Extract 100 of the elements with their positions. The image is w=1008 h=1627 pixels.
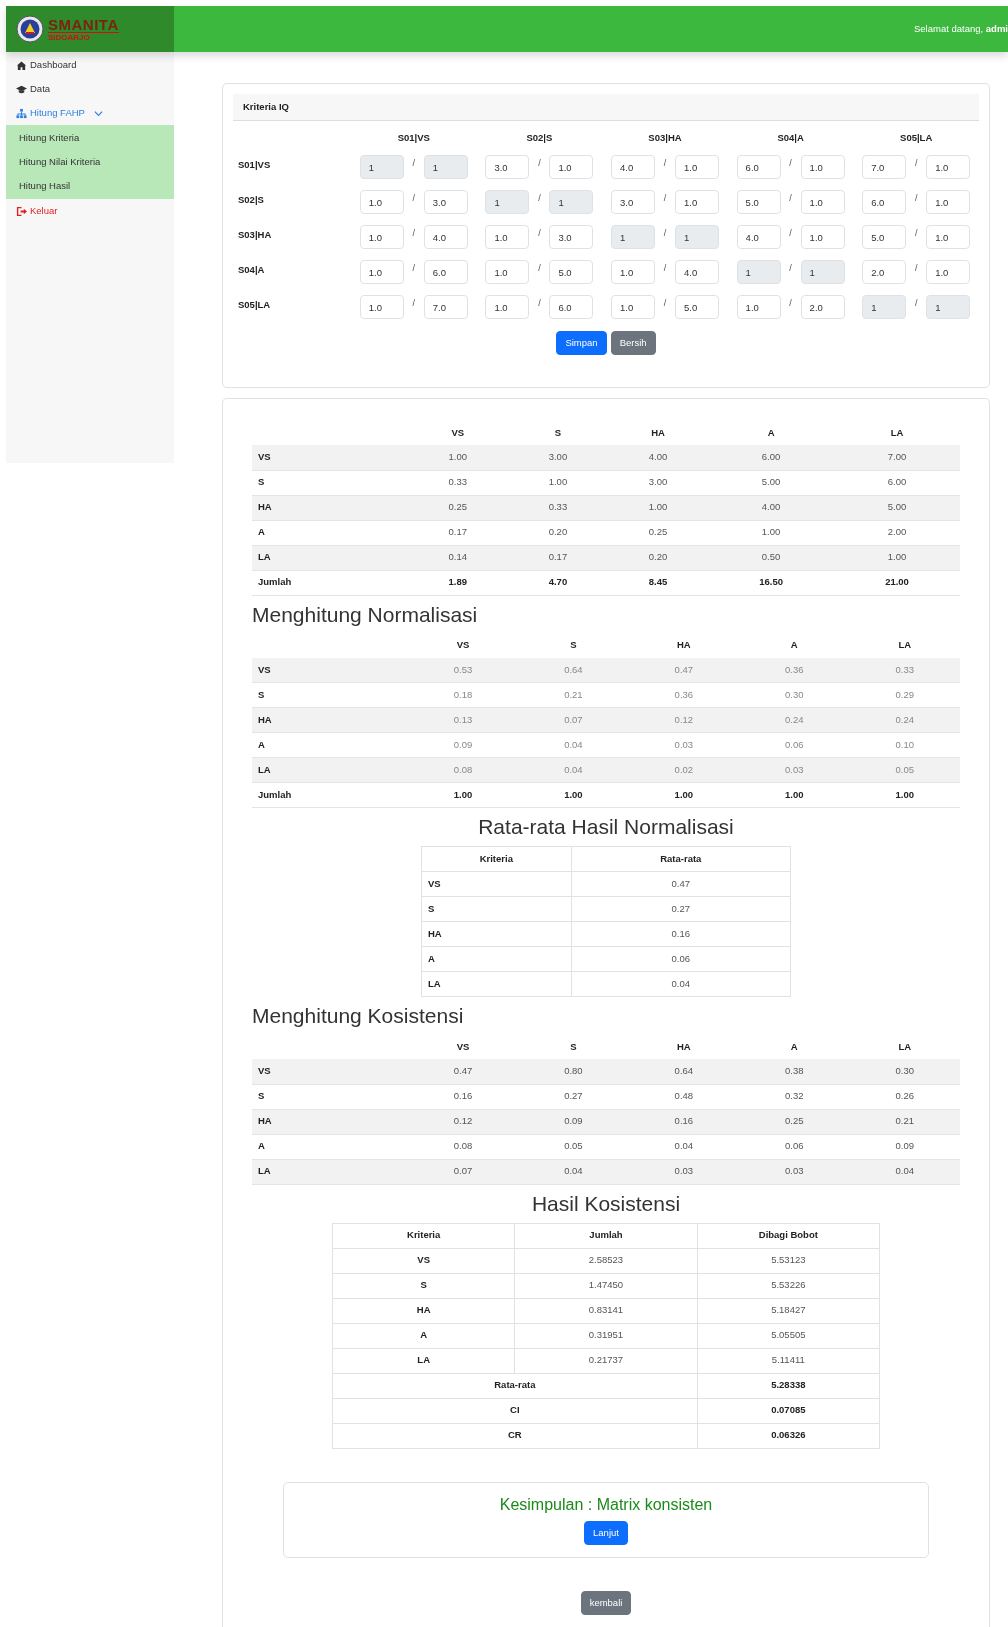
number-field[interactable]: 1.0 [736,295,781,319]
number-field[interactable]: 1.0 [359,295,404,319]
number-field[interactable]: 2.0 [800,295,845,319]
number-field[interactable]: 1.0 [926,190,971,214]
number-field[interactable]: 5.0 [549,260,594,284]
table-cell: 0.17 [407,520,508,545]
row-header: S [252,682,408,708]
column-header: S [518,1035,629,1059]
sidebar-item[interactable]: Data [6,77,174,101]
column-header: S04|A [776,130,805,145]
number-field[interactable]: 3.0 [549,225,594,249]
column-header: A [708,421,835,445]
table-cell: 5.28338 [697,1373,880,1398]
column-header: Jumlah [514,1223,698,1248]
number-field[interactable]: 3.0 [611,190,655,214]
sign-out-icon [16,205,27,217]
submenu-item[interactable]: Hitung Nilai Kriteria [6,150,174,174]
number-field[interactable]: 4.0 [423,225,468,249]
table-cell: 0.21 [849,1109,960,1134]
number-field[interactable]: 1.0 [611,295,655,319]
table-cell: 0.32 [739,1084,850,1109]
number-field[interactable]: 2.0 [862,260,907,284]
number-field[interactable]: 3.0 [485,155,530,179]
number-field[interactable]: 1.0 [675,190,719,214]
table-cell: 0.06 [571,946,791,972]
column-header: Rata-rata [571,846,791,872]
row-header: A [252,732,408,758]
number-field[interactable]: 5.0 [675,295,719,319]
number-field[interactable]: 6.0 [549,295,594,319]
number-field[interactable]: 1.0 [675,155,719,179]
row-header: LA [252,757,408,783]
number-field[interactable]: 1.0 [926,260,971,284]
table-cell: 5.11411 [697,1348,880,1373]
number-field[interactable]: 1.0 [800,190,845,214]
row-header: A [252,1134,408,1159]
table-cell: 0.47 [407,1059,519,1084]
number-field[interactable]: 6.0 [423,260,468,284]
column-header: S [507,421,608,445]
separator-text: / [662,192,668,205]
number-field[interactable]: 4.0 [675,260,719,284]
number-field[interactable]: 5.0 [862,225,907,249]
number-field[interactable]: 1.0 [485,295,530,319]
number-field[interactable]: 4.0 [611,155,655,179]
submenu-item[interactable]: Hitung Kriteria [6,126,174,150]
column-header: LA [849,633,960,658]
table-cell: 0.50 [708,545,835,570]
table-cell: 0.04 [518,1159,629,1184]
separator-text: / [411,227,417,240]
greeting-text: Selamat datang, admi [914,21,1008,36]
number-field[interactable]: 1.0 [549,155,594,179]
number-field[interactable]: 5.0 [736,190,781,214]
number-field[interactable]: 7.0 [862,155,907,179]
table-cell: 0.09 [518,1109,629,1134]
back-button[interactable]: kembali [580,1590,632,1615]
sitemap-icon [16,107,27,119]
sidebar-item[interactable]: Dashboard [6,53,174,77]
table-cell: 0.03 [628,1159,740,1184]
number-field[interactable]: 1.0 [359,225,404,249]
column-header: A [739,1035,850,1059]
number-field[interactable]: 1.0 [926,155,971,179]
sidebar-item[interactable]: Hitung FAHP [6,101,174,125]
number-field[interactable]: 1.0 [485,225,530,249]
number-field[interactable]: 1.0 [926,225,971,249]
row-header: Rata-rata [332,1373,698,1398]
table-cell: 0.36 [628,682,740,708]
table-cell: 21.00 [834,570,960,595]
table-cell: 1.00 [518,782,629,808]
table-cell: 0.48 [628,1084,740,1109]
number-field[interactable]: 4.0 [736,225,781,249]
number-field[interactable]: 6.0 [862,190,907,214]
table-cell: 0.24 [849,707,960,733]
number-field[interactable]: 7.0 [423,295,468,319]
next-button[interactable]: Lanjut [584,1520,628,1545]
row-header: CR [332,1423,698,1448]
number-field[interactable]: 1.0 [359,260,404,284]
number-field[interactable]: 6.0 [736,155,781,179]
row-header: S01|VS [237,158,272,172]
separator-text: / [788,192,793,205]
number-field[interactable]: 1.0 [611,260,655,284]
table-cell: 1.00 [739,782,850,808]
table-cell: 0.33 [507,495,608,520]
clear-button[interactable]: Bersih [610,331,656,355]
number-field[interactable]: 1.0 [359,190,404,214]
table-cell: 0.36 [739,657,850,683]
number-field[interactable]: 3.0 [423,190,468,214]
number-field[interactable]: 1.0 [485,260,530,284]
row-header: LA [332,1348,515,1373]
brand-name: SMANITA [48,16,119,33]
sidebar-item[interactable]: Keluar [6,199,174,223]
submenu-item[interactable]: Hitung Hasil [6,174,174,198]
number-field[interactable]: 1.0 [800,225,845,249]
row-header: LA [252,545,408,570]
table-cell: 0.21737 [514,1348,698,1373]
row-header: HA [421,921,572,947]
separator-text: / [537,157,542,170]
table-cell: 1.47450 [514,1273,698,1298]
number-field[interactable]: 1.0 [800,155,845,179]
table-cell: 0.29 [849,682,960,708]
save-button[interactable]: Simpan [556,331,607,355]
table-cell: 0.13 [407,707,519,733]
